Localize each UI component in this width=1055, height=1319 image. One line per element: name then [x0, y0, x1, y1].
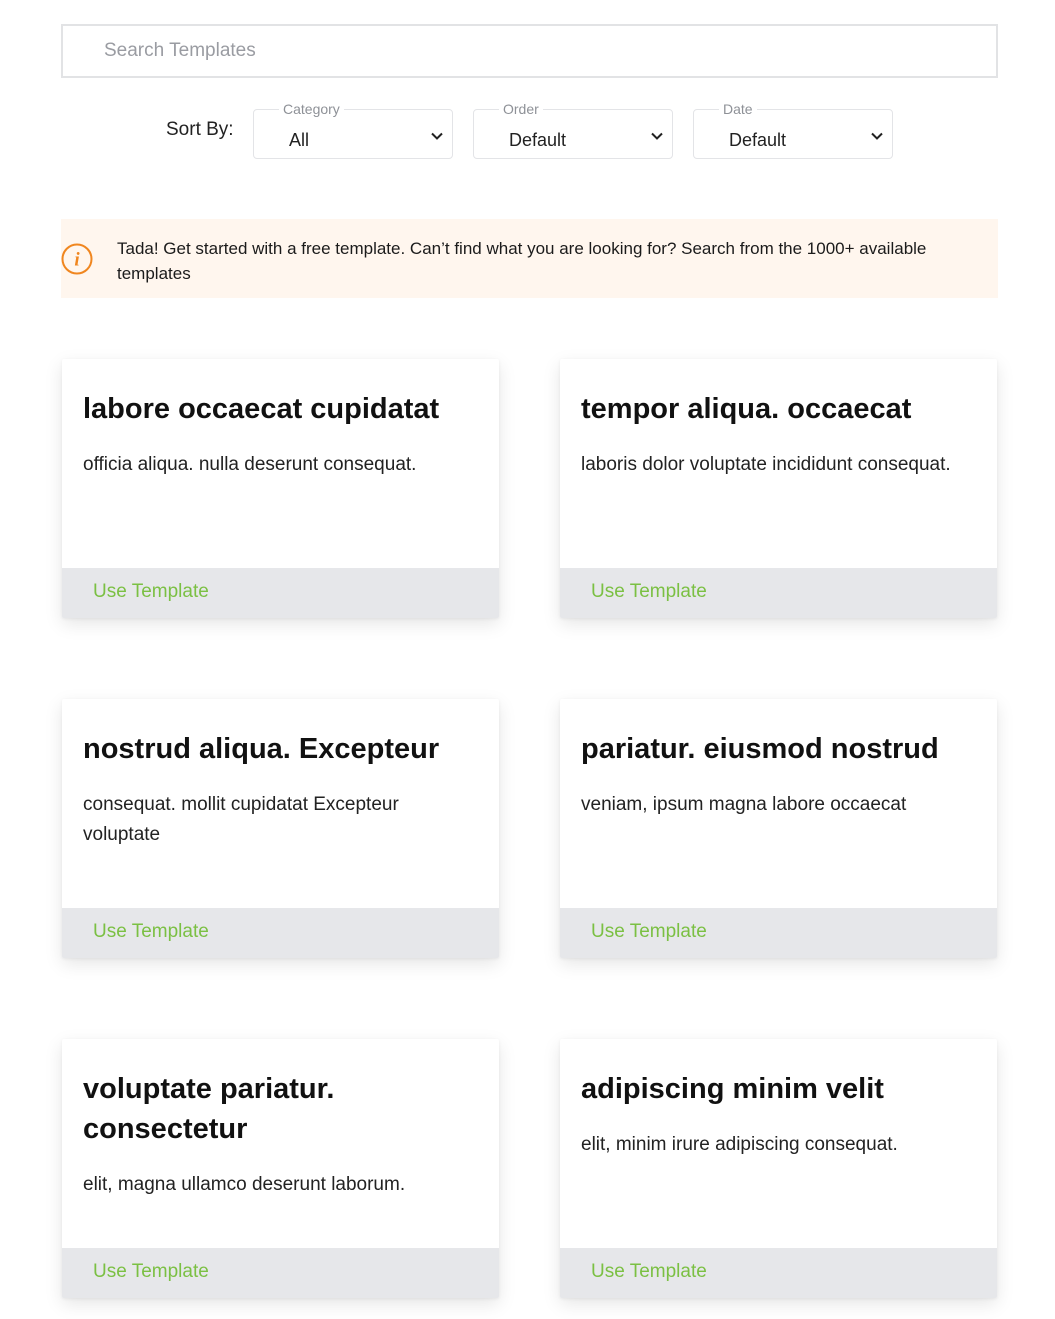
use-template-button[interactable]: Use Template: [591, 921, 707, 943]
search-input[interactable]: Search Templates: [61, 24, 998, 78]
card-footer: Use Template: [560, 568, 997, 618]
order-legend: Order: [499, 101, 543, 117]
use-template-button[interactable]: Use Template: [93, 921, 209, 943]
card-title: labore occaecat cupidatat: [83, 393, 440, 425]
card-footer: Use Template: [560, 1248, 997, 1298]
sort-bar: Sort By: Category All Order Default Date…: [0, 101, 1055, 160]
category-legend: Category: [279, 101, 344, 117]
card-title: voluptate pariatur. consectetur: [83, 1073, 335, 1145]
card-footer: Use Template: [62, 1248, 499, 1298]
chevron-down-icon: [651, 132, 663, 140]
date-legend: Date: [719, 101, 757, 117]
chevron-down-icon: [871, 132, 883, 140]
use-template-button[interactable]: Use Template: [591, 1261, 707, 1283]
template-card: tempor aliqua. occaecat laboris dolor vo…: [560, 359, 997, 618]
card-description: elit, minim irure adipiscing consequat.: [581, 1134, 898, 1155]
card-title: tempor aliqua. occaecat: [581, 393, 912, 425]
template-card: nostrud aliqua. Excepteur consequat. mol…: [62, 699, 499, 958]
card-title: pariatur. eiusmod nostrud: [581, 733, 939, 765]
alert-message: Tada! Get started with a free template. …: [117, 239, 927, 283]
search-placeholder: Search Templates: [104, 40, 256, 61]
svg-text:i: i: [74, 250, 80, 271]
sort-by-label: Sort By:: [166, 119, 234, 140]
info-alert: i Tada! Get started with a free template…: [61, 219, 998, 298]
card-footer: Use Template: [560, 908, 997, 958]
template-card: labore occaecat cupidatat officia aliqua…: [62, 359, 499, 618]
card-description: consequat. mollit cupidatat Excepteur vo…: [83, 794, 399, 845]
template-card: pariatur. eiusmod nostrud veniam, ipsum …: [560, 699, 997, 958]
card-description: elit, magna ullamco deserunt laborum.: [83, 1174, 406, 1195]
card-description: laboris dolor voluptate incididunt conse…: [581, 454, 951, 475]
card-title: nostrud aliqua. Excepteur: [83, 733, 440, 765]
use-template-button[interactable]: Use Template: [93, 1261, 209, 1283]
use-template-button[interactable]: Use Template: [591, 581, 707, 603]
order-select[interactable]: Order Default: [473, 101, 673, 159]
date-select[interactable]: Date Default: [693, 101, 893, 159]
card-title: adipiscing minim velit: [581, 1073, 884, 1105]
chevron-down-icon: [431, 132, 443, 140]
card-description: veniam, ipsum magna labore occaecat: [581, 794, 907, 815]
date-value: Default: [729, 130, 787, 150]
info-icon: i: [61, 243, 93, 275]
card-footer: Use Template: [62, 908, 499, 958]
use-template-button[interactable]: Use Template: [93, 581, 209, 603]
order-value: Default: [509, 130, 567, 150]
template-card: voluptate pariatur. consectetur elit, ma…: [62, 1039, 499, 1298]
card-footer: Use Template: [62, 568, 499, 618]
card-description: officia aliqua. nulla deserunt consequat…: [83, 454, 417, 475]
category-value: All: [289, 130, 310, 150]
template-card: adipiscing minim velit elit, minim irure…: [560, 1039, 997, 1298]
category-select[interactable]: Category All: [253, 101, 453, 159]
